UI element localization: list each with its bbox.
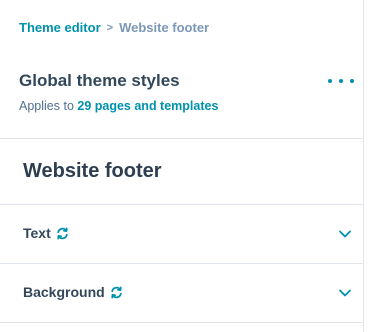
chevron-down-icon[interactable] — [338, 288, 352, 298]
text-row-label: Text — [23, 225, 51, 241]
more-dot-icon — [350, 79, 354, 83]
breadcrumb-separator: > — [106, 21, 114, 34]
sync-icon — [110, 286, 123, 299]
background-accordion-row[interactable]: Background — [0, 264, 364, 322]
breadcrumb-theme-editor-link[interactable]: Theme editor — [19, 20, 101, 35]
divider — [0, 138, 364, 139]
applies-to-text: Applies to 29 pages and templates — [19, 99, 218, 113]
chevron-down-icon[interactable] — [338, 229, 352, 239]
text-accordion-row[interactable]: Text — [0, 205, 364, 263]
breadcrumb-current: Website footer — [119, 20, 210, 35]
theme-editor-panel: Theme editor > Website footer Global the… — [0, 0, 364, 332]
applies-prefix: Applies to — [19, 99, 78, 113]
sync-icon — [56, 227, 69, 240]
more-dot-icon — [328, 79, 332, 83]
background-row-label-group: Background — [23, 284, 123, 300]
more-dot-icon — [339, 79, 343, 83]
global-theme-styles-title: Global theme styles — [19, 71, 180, 90]
divider — [0, 322, 364, 323]
pages-and-templates-link[interactable]: 29 pages and templates — [77, 99, 218, 113]
breadcrumb: Theme editor > Website footer — [19, 20, 209, 35]
background-row-label: Background — [23, 284, 105, 300]
more-options-button[interactable] — [328, 74, 354, 88]
text-row-label-group: Text — [23, 225, 69, 241]
section-title: Website footer — [23, 160, 162, 182]
